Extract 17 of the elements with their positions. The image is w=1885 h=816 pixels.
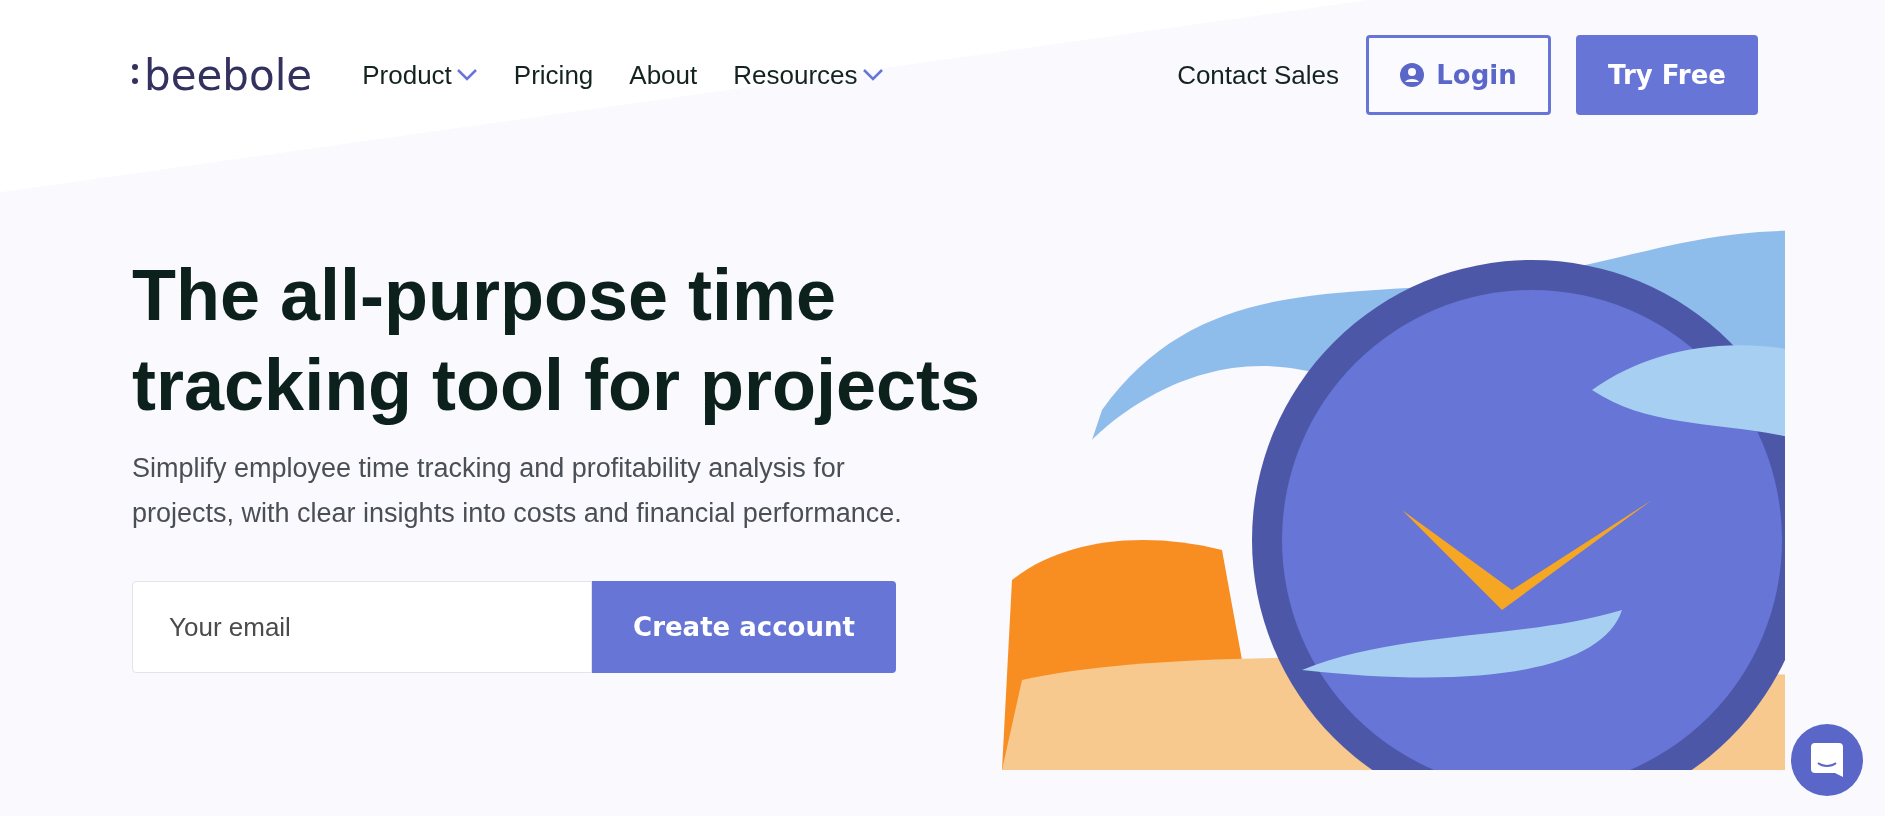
- email-field[interactable]: Your email: [132, 581, 592, 673]
- chat-icon: [1811, 743, 1843, 777]
- nav-link[interactable]: Pricing: [513, 59, 594, 91]
- nav-link[interactable]: Product: [362, 59, 478, 91]
- chevron-down-icon: [861, 68, 884, 82]
- hero-title: The all-purpose time tracking tool for projects: [132, 254, 982, 427]
- hero-subtitle: Simplify employee time tracking and profitability analysis for projects, with clear insights into costs and financial performance.: [132, 452, 903, 530]
- logo-dots-icon: [132, 64, 138, 86]
- nav-link[interactable]: About: [629, 59, 698, 91]
- user-icon: [1400, 63, 1425, 87]
- chevron-down-icon: [455, 68, 478, 82]
- login-button[interactable]: Login: [1366, 35, 1551, 115]
- logo[interactable]: beebole: [144, 50, 313, 100]
- create-account-button[interactable]: Create account: [592, 581, 896, 673]
- nav-link[interactable]: Resources: [733, 59, 884, 91]
- contact-sales-link[interactable]: Contact Sales: [1177, 59, 1339, 91]
- try-free-button[interactable]: Try Free: [1576, 35, 1758, 115]
